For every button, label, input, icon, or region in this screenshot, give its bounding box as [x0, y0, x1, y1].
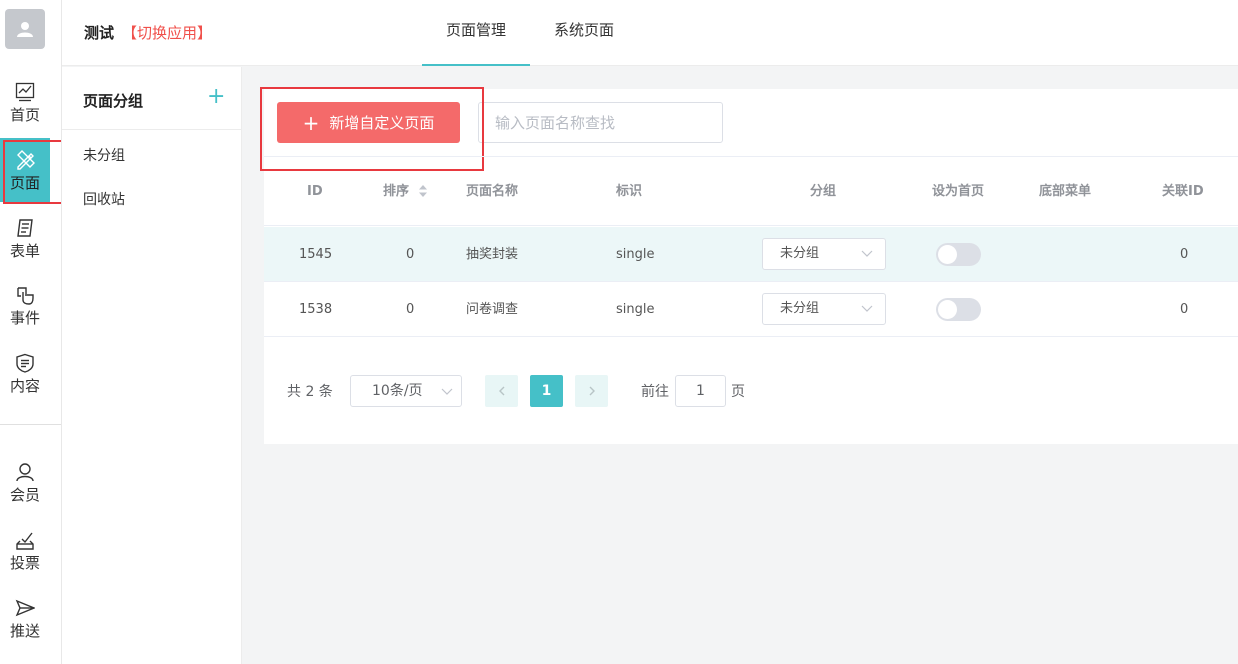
next-page-button[interactable] [575, 375, 608, 407]
column-header-group: 分组 [810, 184, 837, 199]
page-size-select[interactable]: 10条/页 [350, 375, 462, 407]
nav-item-content[interactable]: 内容 [0, 341, 50, 405]
nav-item-home-label: 首页 [9, 105, 40, 124]
add-custom-page-label: 新增自定义页面 [329, 114, 435, 132]
pagination-total: 共 2 条 [287, 384, 333, 400]
page-size-value: 10条/页 [372, 383, 423, 399]
user-icon [14, 461, 36, 483]
goto-page-input[interactable] [675, 375, 726, 407]
sort-caret-icon[interactable] [418, 184, 428, 198]
nav-item-content-label: 内容 [9, 376, 40, 395]
cell-id: 1545 [299, 247, 333, 262]
nav-item-push-label: 推送 [9, 621, 40, 640]
plus-icon: + [302, 110, 320, 135]
chevron-down-icon [861, 250, 873, 257]
page-search-input[interactable] [478, 102, 723, 143]
cell-id: 1538 [299, 302, 333, 317]
cell-sort: 0 [406, 247, 415, 262]
column-header-id: ID [307, 184, 323, 199]
group-item-recycle-bin[interactable]: 回收站 [83, 189, 125, 209]
nav-item-home[interactable]: 首页 [0, 70, 50, 134]
line-chart-icon [14, 81, 36, 103]
left-nav-rail: 首页 页面 表单 事件 内容 会员 投票 推送 [0, 0, 62, 664]
cell-tag: single [616, 247, 655, 262]
column-header-sort-label: 排序 [383, 184, 410, 199]
cell-related-id: 0 [1180, 302, 1189, 317]
cell-page-name: 问卷调查 [466, 302, 519, 317]
column-header-bottom-menu: 底部菜单 [1039, 184, 1092, 199]
add-group-button[interactable]: + [207, 85, 225, 109]
nav-item-form[interactable]: 表单 [0, 206, 50, 270]
chevron-left-icon [498, 386, 504, 396]
prev-page-button[interactable] [485, 375, 518, 407]
group-select[interactable]: 未分组 [762, 238, 886, 270]
cell-sort: 0 [406, 302, 415, 317]
tab-page-management[interactable]: 页面管理 [422, 0, 530, 66]
nav-item-page-label: 页面 [9, 173, 40, 192]
goto-label: 前往 [641, 384, 669, 400]
column-header-tag: 标识 [616, 184, 643, 199]
user-avatar-icon [17, 22, 33, 37]
nav-item-event[interactable]: 事件 [0, 273, 50, 337]
main-content: + 新增自定义页面 ID 排序 页面名称 标识 分组 设为首页 底部菜单 关联I… [260, 87, 1238, 444]
chevron-down-icon [861, 305, 873, 312]
column-header-related-id: 关联ID [1162, 184, 1204, 199]
avatar[interactable] [5, 9, 45, 49]
nav-item-vote[interactable]: 投票 [0, 518, 50, 582]
nav-item-member[interactable]: 会员 [0, 450, 50, 514]
top-header: 测试 【切换应用】 页面管理 系统页面 [62, 0, 1238, 66]
cell-page-name: 抽奖封装 [466, 247, 519, 262]
toggle-knob [938, 300, 957, 319]
group-select-value: 未分组 [780, 246, 820, 261]
nav-item-form-label: 表单 [9, 241, 40, 260]
cell-tag: single [616, 302, 655, 317]
group-panel-title: 页面分组 [83, 92, 144, 110]
toggle-knob [938, 245, 957, 264]
hand-touch-icon [14, 284, 36, 306]
table-header: ID 排序 页面名称 标识 分组 设为首页 底部菜单 关联ID [264, 156, 1238, 226]
pencil-ruler-icon [14, 149, 36, 171]
group-panel: 页面分组 + 未分组 回收站 [62, 67, 242, 664]
column-header-sort[interactable]: 排序 [383, 157, 428, 227]
table-row[interactable]: 1538 0 问卷调查 single 未分组 0 [264, 282, 1238, 337]
set-homepage-toggle[interactable] [936, 243, 981, 266]
column-header-name: 页面名称 [466, 184, 519, 199]
rail-divider [0, 424, 61, 425]
goto-unit: 页 [731, 384, 745, 400]
send-icon [14, 597, 36, 619]
group-panel-header: 页面分组 + [62, 67, 242, 130]
content-shield-icon [14, 352, 36, 374]
nav-item-member-label: 会员 [9, 485, 40, 504]
set-homepage-toggle[interactable] [936, 298, 981, 321]
pagination: 共 2 条 10条/页 1 前往 页 [264, 371, 1238, 411]
tab-system-pages[interactable]: 系统页面 [540, 0, 628, 66]
nav-item-page[interactable]: 页面 [0, 138, 50, 202]
chevron-right-icon [589, 386, 595, 396]
add-custom-page-button[interactable]: + 新增自定义页面 [277, 102, 460, 143]
switch-app-link[interactable]: 【切换应用】 [122, 22, 212, 43]
group-select[interactable]: 未分组 [762, 293, 886, 325]
form-doc-icon [14, 217, 36, 239]
column-header-homepage: 设为首页 [932, 184, 985, 199]
nav-item-event-label: 事件 [9, 308, 40, 327]
ballot-box-icon [14, 529, 36, 551]
page-number-current[interactable]: 1 [530, 375, 563, 407]
group-item-ungrouped[interactable]: 未分组 [83, 145, 125, 165]
nav-item-vote-label: 投票 [9, 553, 40, 572]
chevron-down-icon [441, 388, 453, 395]
nav-item-push[interactable]: 推送 [0, 586, 50, 650]
cell-related-id: 0 [1180, 247, 1189, 262]
app-name: 测试 [84, 24, 115, 42]
group-select-value: 未分组 [780, 301, 820, 316]
table-row[interactable]: 1545 0 抽奖封装 single 未分组 0 [264, 227, 1238, 282]
